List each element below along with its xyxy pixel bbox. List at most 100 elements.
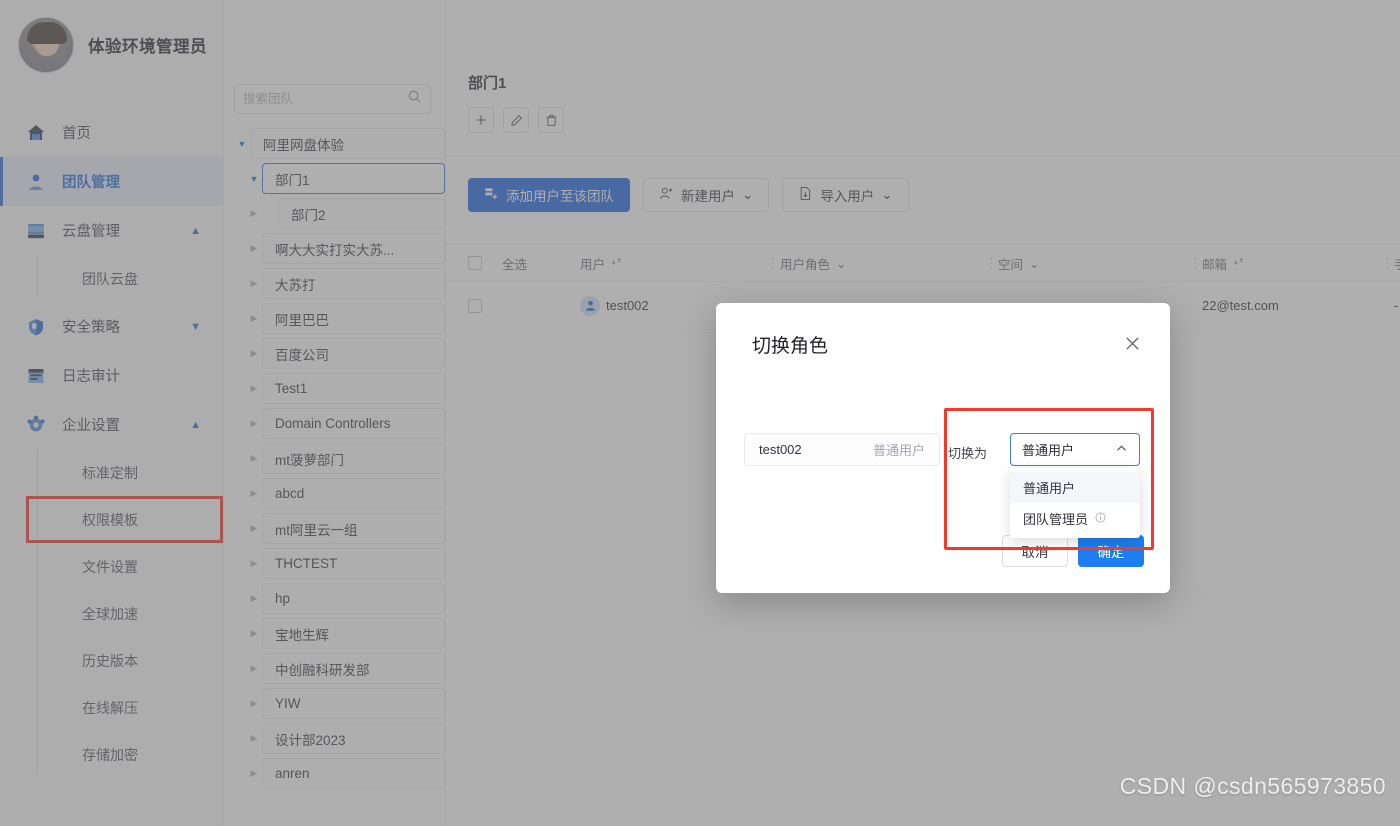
edit-dept-button[interactable] (503, 107, 529, 133)
tree-search-box[interactable] (234, 84, 431, 114)
tree-node[interactable]: 百度公司 (262, 338, 445, 369)
caret-right-icon[interactable]: ▶ (246, 313, 262, 324)
tree-node[interactable]: 部门2 (278, 198, 445, 229)
sidebar-subitem-global-acceleration[interactable]: 全球加速 (26, 590, 223, 637)
caret-right-icon[interactable]: ▶ (246, 698, 262, 709)
sidebar-subitem-storage-encryption[interactable]: 存储加密 (26, 731, 223, 778)
role-select-value: 普通用户 (1022, 443, 1075, 458)
sidebar-subitem-standard-custom[interactable]: 标准定制 (26, 449, 223, 496)
caret-right-icon[interactable]: ▶ (246, 278, 262, 289)
chevron-down-icon[interactable]: ⌄ (836, 256, 846, 271)
close-icon[interactable] (1120, 331, 1144, 355)
sidebar-item-home[interactable]: 首页 (0, 108, 223, 157)
sidebar-subitem-team-cloud[interactable]: 团队云盘 (26, 255, 223, 302)
caret-right-icon[interactable]: ▶ (246, 418, 262, 429)
sort-icon[interactable] (1233, 256, 1244, 270)
caret-right-icon[interactable]: ▶ (246, 383, 262, 394)
tree-node[interactable]: 阿里网盘体验 (250, 128, 445, 159)
select-all-checkbox[interactable] (468, 256, 482, 270)
chevron-down-icon[interactable]: ⌄ (742, 187, 753, 203)
sidebar-subitem-history-version[interactable]: 历史版本 (26, 637, 223, 684)
tree-row: ▶ hp (224, 581, 445, 616)
new-user-label: 新建用户 (681, 189, 735, 204)
tree-node-label: 设计部2023 (275, 732, 346, 748)
sidebar-item-security-policy[interactable]: 安全策略 ▼ (0, 302, 223, 351)
search-input[interactable] (243, 92, 407, 106)
caret-right-icon[interactable]: ▶ (246, 733, 262, 744)
sidebar-item-label: 安全策略 (62, 320, 120, 336)
column-header-space[interactable]: 空间 ⌄ (985, 254, 1202, 273)
import-user-button[interactable]: 导入用户 ⌄ (782, 178, 909, 212)
tree-node[interactable]: 大苏打 (262, 268, 445, 299)
tree-node[interactable]: 宝地生辉 (262, 618, 445, 649)
column-header-email[interactable]: 邮箱 (1189, 254, 1394, 273)
sidebar-subitem-online-unzip[interactable]: 在线解压 (26, 684, 223, 731)
new-user-button[interactable]: 新建用户 ⌄ (643, 178, 770, 212)
cancel-button[interactable]: 取消 (1002, 535, 1068, 567)
tree-row: ▶ abcd (224, 476, 445, 511)
caret-right-icon[interactable]: ▶ (246, 488, 262, 499)
sidebar-item-team-management[interactable]: 团队管理 (0, 157, 223, 206)
tree-node[interactable]: YIW (262, 688, 445, 719)
caret-right-icon[interactable]: ▶ (246, 453, 262, 464)
caret-down-icon[interactable]: ▼ (246, 174, 262, 184)
caret-right-icon[interactable]: ▶ (246, 208, 262, 219)
add-dept-button[interactable] (468, 107, 494, 133)
tree-node[interactable]: anren (262, 758, 445, 789)
tree-node[interactable]: mt阿里云一组 (262, 513, 445, 544)
dropdown-option-label: 普通用户 (1023, 481, 1076, 496)
tree-node[interactable]: THCTEST (262, 548, 445, 579)
dropdown-option-normal-user[interactable]: 普通用户 (1010, 472, 1140, 503)
shield-icon (26, 317, 52, 337)
search-icon[interactable] (407, 89, 422, 109)
info-icon[interactable] (1095, 512, 1106, 526)
column-header-user-role[interactable]: 用户角色 ⌄ (767, 254, 998, 273)
caret-right-icon[interactable]: ▶ (246, 768, 262, 779)
caret-right-icon[interactable]: ▶ (246, 348, 262, 359)
role-select[interactable]: 普通用户 (1010, 433, 1140, 466)
column-label: 用户角色 (780, 257, 831, 272)
sidebar-subitem-file-settings[interactable]: 文件设置 (26, 543, 223, 590)
add-user-to-team-button[interactable]: 添加用户至该团队 (468, 178, 630, 212)
caret-right-icon[interactable]: ▶ (246, 593, 262, 604)
delete-dept-button[interactable] (538, 107, 564, 133)
caret-right-icon[interactable]: ▶ (246, 558, 262, 569)
tree-row: ▼ 阿里网盘体验 (224, 126, 445, 161)
confirm-button[interactable]: 确定 (1078, 535, 1144, 567)
caret-down-icon[interactable]: ▼ (234, 139, 250, 149)
tree-node[interactable]: 啊大大实打实大苏... (262, 233, 445, 264)
tree-node[interactable]: 设计部2023 (262, 723, 445, 754)
tree-row: ▶ YIW (224, 686, 445, 721)
tree-node[interactable]: 部门1 (262, 163, 445, 194)
column-header-user[interactable]: 用户 (580, 254, 780, 273)
chip-current-role: 普通用户 (872, 443, 925, 458)
user-plus-icon (659, 186, 674, 204)
chevron-down-icon[interactable]: ▼ (190, 321, 201, 333)
team-tree-list: ▼ 阿里网盘体验 ▼ 部门1 ▶ 部门2 ▶ 啊大大实打实大苏... ▶ 大苏打 ▶ 阿里巴巴 ▶ 百度公… (224, 126, 445, 791)
chevron-up-icon[interactable]: ▲ (190, 225, 201, 237)
chevron-down-icon[interactable]: ⌄ (1029, 256, 1039, 271)
tree-node[interactable]: Domain Controllers (262, 408, 445, 439)
chevron-up-icon[interactable]: ▲ (190, 419, 201, 431)
tree-node[interactable]: mt菠萝部门 (262, 443, 445, 474)
column-header-phone[interactable]: 手机 (1381, 254, 1400, 273)
sort-icon[interactable] (611, 256, 622, 270)
sidebar-item-enterprise-settings[interactable]: 企业设置 ▲ (0, 400, 223, 449)
sidebar-subitem-permission-template[interactable]: 权限模板 (26, 496, 223, 543)
tree-node[interactable]: abcd (262, 478, 445, 509)
tree-node[interactable]: 中创融科研发部 (262, 653, 445, 684)
caret-right-icon[interactable]: ▶ (246, 628, 262, 639)
caret-right-icon[interactable]: ▶ (246, 523, 262, 534)
caret-right-icon[interactable]: ▶ (246, 243, 262, 254)
sidebar-item-log-audit[interactable]: 日志审计 (0, 351, 223, 400)
tree-node[interactable]: 阿里巴巴 (262, 303, 445, 334)
caret-right-icon[interactable]: ▶ (246, 663, 262, 674)
row-checkbox[interactable] (468, 298, 482, 313)
tree-node[interactable]: Test1 (262, 373, 445, 404)
dropdown-option-team-admin[interactable]: 团队管理员 (1010, 503, 1140, 534)
tree-row: ▶ 百度公司 (224, 336, 445, 371)
chevron-down-icon[interactable]: ⌄ (881, 187, 892, 203)
sidebar-item-cloud-disk[interactable]: 云盘管理 ▲ (0, 206, 223, 255)
chevron-up-icon[interactable] (1115, 442, 1128, 458)
tree-node[interactable]: hp (262, 583, 445, 614)
